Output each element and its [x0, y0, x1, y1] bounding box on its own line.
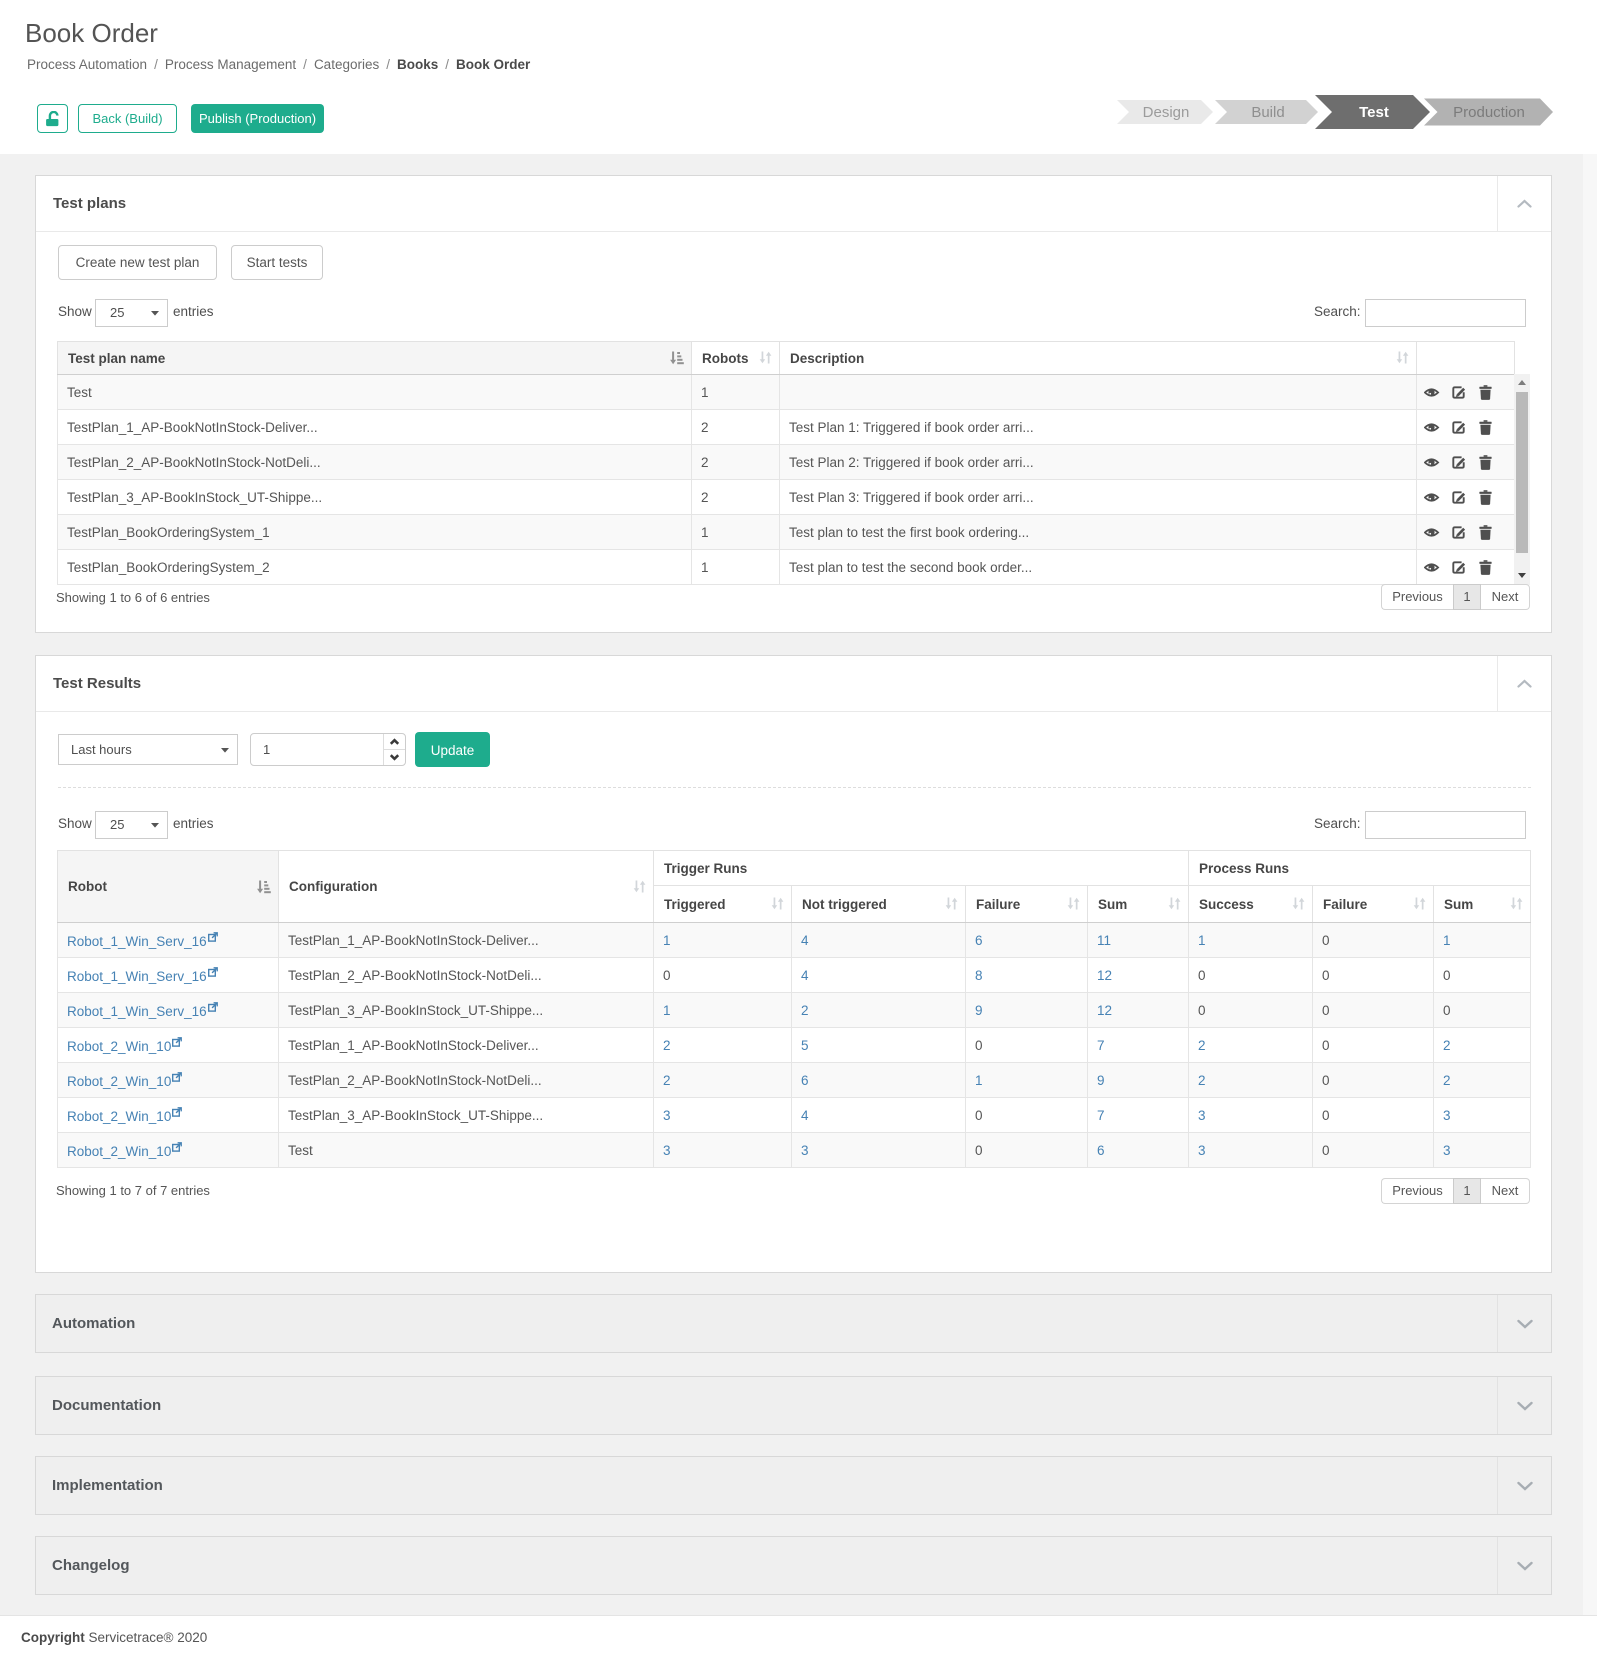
svg-text:Production: Production: [1453, 104, 1525, 121]
svg-text:Design: Design: [1143, 104, 1190, 121]
svg-text:Test: Test: [1359, 104, 1389, 121]
svg-text:Build: Build: [1251, 104, 1284, 121]
